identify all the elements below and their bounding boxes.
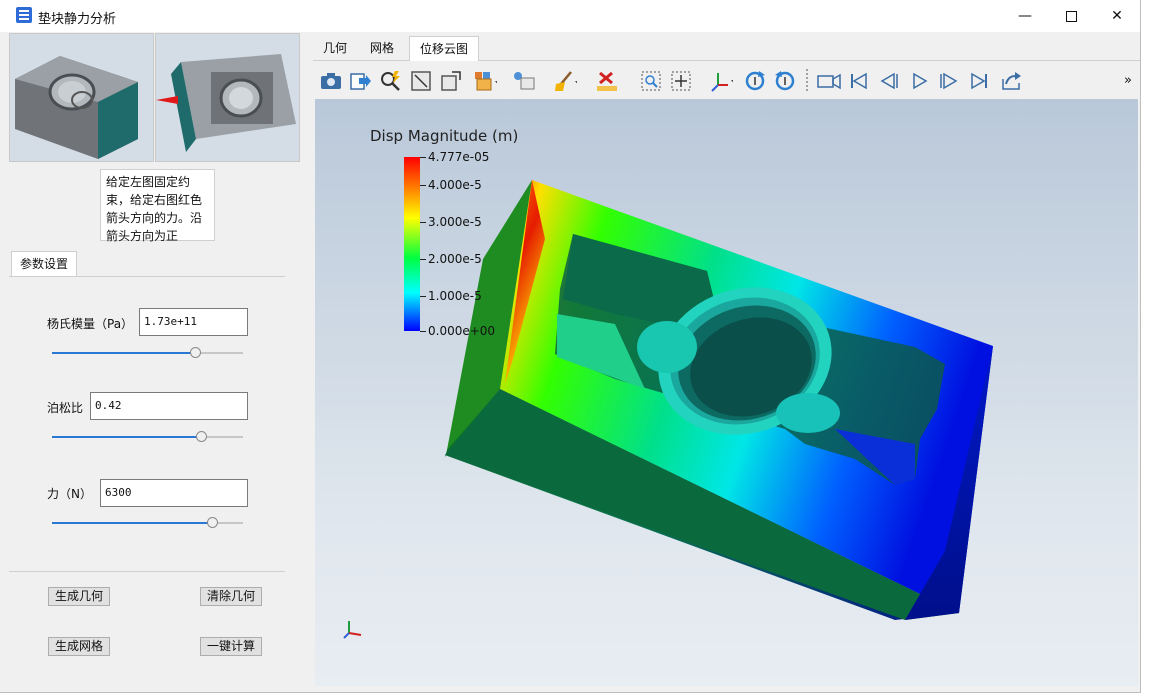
export-animation-icon[interactable]: [999, 69, 1023, 93]
rotate-cw-icon[interactable]: [743, 69, 767, 93]
colorbar-label: 3.000e-5: [428, 215, 482, 229]
zoom-search-icon[interactable]: [379, 69, 403, 93]
fixed-constraint-image: [9, 33, 154, 162]
divider: [9, 571, 285, 572]
force-field[interactable]: 6300: [100, 479, 248, 507]
instruction-note: 给定左图固定约束，给定右图红色箭头方向的力。沿箭头方向为正: [100, 169, 215, 243]
colorbar-label: 1.000e-5: [428, 289, 482, 303]
result-tab-bar: 几何 网格 位移云图: [313, 33, 1140, 61]
first-frame-icon[interactable]: [847, 69, 871, 93]
window-title: 垫块静力分析: [38, 12, 117, 27]
camera-icon[interactable]: [319, 69, 343, 93]
youngs-modulus-label: 杨氏模量（Pa）: [47, 317, 134, 331]
colorbar-label-max: 4.777e-05: [428, 150, 490, 164]
expand-view-icon[interactable]: [439, 69, 463, 93]
video-camera-icon[interactable]: [817, 69, 841, 93]
title-bar: 垫块静力分析 — ✕: [0, 0, 1140, 32]
tab-geometry[interactable]: 几何: [313, 36, 357, 60]
tab-mesh[interactable]: 网格: [360, 36, 404, 60]
orientation-axes-icon: [343, 619, 363, 639]
poisson-ratio-field[interactable]: 0.42: [90, 392, 248, 420]
minimize-button[interactable]: —: [1002, 0, 1048, 32]
play-icon[interactable]: [907, 69, 931, 93]
slider-handle[interactable]: [190, 347, 202, 358]
youngs-modulus-slider[interactable]: [52, 347, 243, 359]
main-window: 垫块静力分析 — ✕ 给定左图固定约束，给定右图红色箭头方向的力。沿箭头方向为正…: [0, 0, 1141, 693]
youngs-modulus-field[interactable]: 1.73e+11: [139, 308, 248, 336]
slider-handle[interactable]: [195, 431, 207, 442]
colorbar: [404, 157, 420, 331]
last-frame-icon[interactable]: [967, 69, 991, 93]
poisson-ratio-label: 泊松比: [47, 401, 84, 415]
force-direction-image: [155, 33, 300, 162]
next-frame-icon[interactable]: [937, 69, 961, 93]
force-arrow-icon: [156, 96, 178, 104]
view-toolbar: »: [315, 63, 1138, 97]
clean-icon[interactable]: [553, 69, 577, 93]
toolbar-more-button[interactable]: »: [1124, 73, 1132, 88]
zoom-window-icon[interactable]: [639, 69, 663, 93]
colorbar-label-min: 0.000e+00: [428, 324, 496, 338]
generate-geometry-button[interactable]: 生成几何: [48, 587, 111, 606]
close-button[interactable]: ✕: [1094, 0, 1140, 32]
fit-view-icon[interactable]: [409, 69, 433, 93]
force-label: 力（N）: [47, 487, 92, 501]
colorbar-label: 4.000e-5: [428, 178, 482, 192]
one-click-compute-button[interactable]: 一键计算: [200, 637, 263, 656]
viewport-3d[interactable]: Disp Magnitude (m) 4.777e-05 4.000e-5 3.…: [315, 99, 1138, 686]
pan-icon[interactable]: [669, 69, 693, 93]
app-icon: [16, 7, 32, 23]
tab-parameter-settings[interactable]: 参数设置: [11, 251, 78, 276]
colorbar-title: Disp Magnitude (m): [370, 127, 519, 145]
slider-handle[interactable]: [207, 517, 219, 528]
box-select-icon[interactable]: [473, 69, 497, 93]
colorbar-label: 2.000e-5: [428, 252, 482, 266]
left-panel: 给定左图固定约束，给定右图红色箭头方向的力。沿箭头方向为正 参数设置 杨氏模量（…: [9, 33, 309, 683]
tab-displacement-contour[interactable]: 位移云图: [409, 36, 480, 61]
export-icon[interactable]: [349, 69, 373, 93]
toolbar-separator: [805, 69, 809, 93]
axes-icon[interactable]: [709, 69, 733, 93]
poisson-ratio-slider[interactable]: [52, 431, 243, 443]
clear-geometry-button[interactable]: 清除几何: [200, 587, 263, 606]
delete-icon[interactable]: [595, 69, 619, 93]
maximize-button[interactable]: [1048, 0, 1094, 32]
rotate-ccw-icon[interactable]: [773, 69, 797, 93]
force-slider[interactable]: [52, 517, 243, 529]
left-tab-bar: 参数设置: [9, 249, 285, 277]
right-panel: 几何 网格 位移云图 » Disp Magnitude (m) 4.777e-0…: [313, 33, 1140, 686]
generate-mesh-button[interactable]: 生成网格: [48, 637, 111, 656]
prev-frame-icon[interactable]: [877, 69, 901, 93]
light-icon[interactable]: [511, 69, 535, 93]
